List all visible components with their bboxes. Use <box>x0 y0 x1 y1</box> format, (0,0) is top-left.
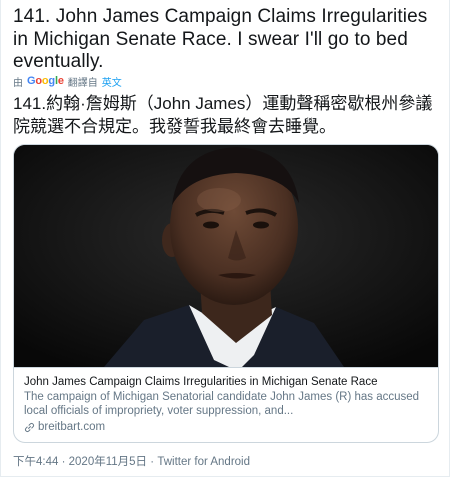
tweet-metadata: 下午4:44 · 2020年11月5日 · Twitter for Androi… <box>13 453 250 469</box>
translation-label: 翻譯自 <box>67 77 98 89</box>
meta-separator: · <box>150 456 155 468</box>
google-logo: Google <box>27 75 64 87</box>
tweet-date[interactable]: 2020年11月5日 <box>69 456 147 468</box>
tweet-container: 141. John James Campaign Claims Irregula… <box>0 0 450 477</box>
tweet-text: 141. John James Campaign Claims Irregula… <box>13 6 428 72</box>
card-image[interactable] <box>14 145 438 367</box>
card-description: The campaign of Michigan Senatorial cand… <box>24 391 420 417</box>
translation-attribution: 由 Google 翻譯自 英文 <box>13 74 122 89</box>
link-preview-card[interactable]: John James Campaign Claims Irregularitie… <box>13 144 439 443</box>
card-title[interactable]: John James Campaign Claims Irregularitie… <box>24 375 428 389</box>
meta-separator: · <box>61 456 66 468</box>
translated-tweet-text: 141.約翰·詹姆斯（John James）運動聲稱密歇根州參議院競選不合規定。… <box>13 94 433 136</box>
translation-source-language-link[interactable]: 英文 <box>102 74 122 89</box>
translation-prefix: 由 <box>13 77 23 89</box>
card-domain-text[interactable]: breitbart.com <box>38 420 105 434</box>
tweet-time[interactable]: 下午4:44 <box>13 456 58 468</box>
portrait-photo <box>14 145 438 367</box>
link-icon <box>24 422 35 432</box>
card-body[interactable]: John James Campaign Claims Irregularitie… <box>14 367 438 442</box>
tweet-client[interactable]: Twitter for Android <box>157 456 250 468</box>
card-domain[interactable]: breitbart.com <box>24 420 428 434</box>
